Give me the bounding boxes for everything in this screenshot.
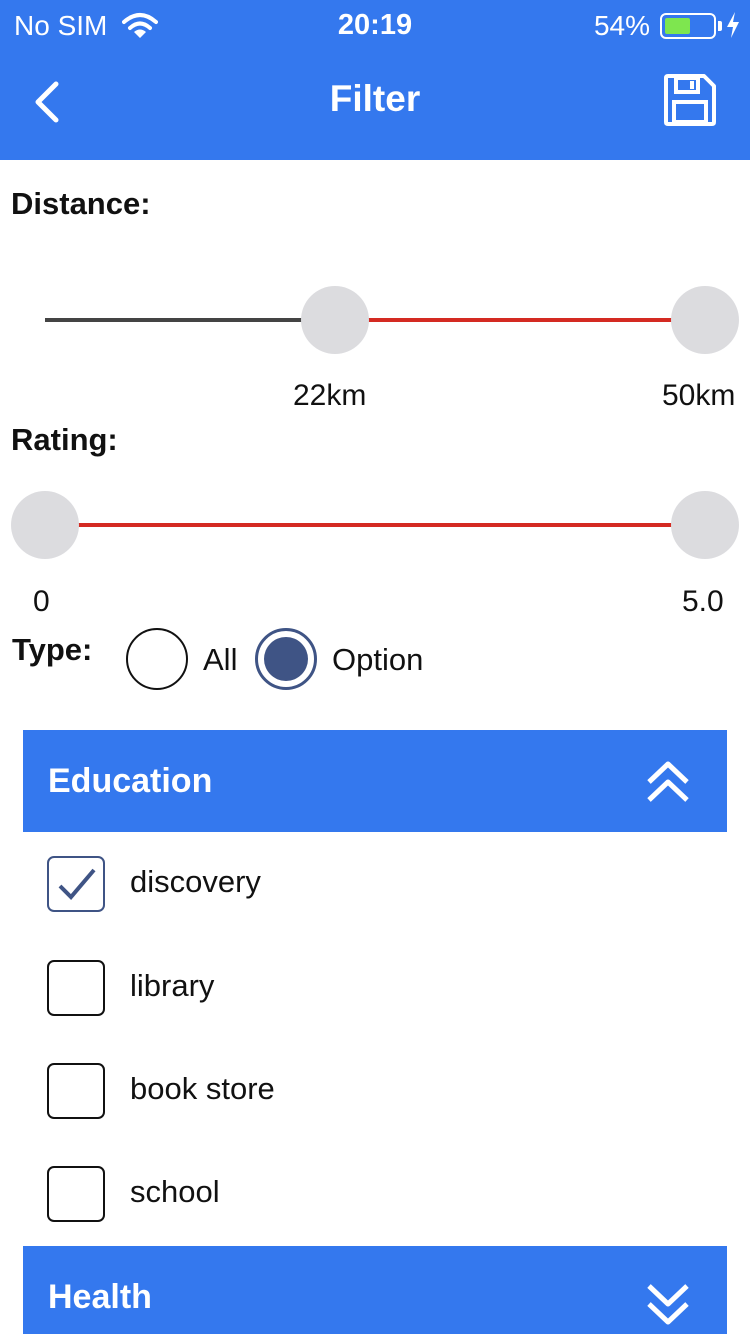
checkbox-label: discovery — [130, 864, 261, 899]
radio-all[interactable] — [126, 628, 188, 690]
rating-max-value: 5.0 — [682, 585, 724, 618]
distance-max-thumb[interactable] — [671, 286, 739, 354]
radio-option-label[interactable]: Option — [332, 642, 423, 678]
checkbox-discovery[interactable] — [47, 856, 105, 912]
checkbox-library[interactable] — [47, 960, 105, 1016]
distance-slider[interactable] — [0, 280, 750, 360]
distance-min-thumb[interactable] — [301, 286, 369, 354]
list-item[interactable]: library — [0, 944, 750, 1034]
checkbox-label: school — [130, 1174, 220, 1209]
list-item[interactable]: discovery — [0, 840, 750, 930]
battery-level — [665, 18, 690, 34]
rating-max-thumb[interactable] — [671, 491, 739, 559]
rating-min-value: 0 — [33, 585, 50, 618]
rating-range — [45, 523, 705, 527]
page-title: Filter — [329, 78, 421, 119]
checkbox-school[interactable] — [47, 1166, 105, 1222]
list-item[interactable]: book store — [0, 1047, 750, 1137]
floppy-disk-icon[interactable] — [662, 72, 718, 128]
distance-min-value: 22km — [293, 379, 367, 412]
nav-bar: Filter — [0, 52, 750, 160]
rating-label: Rating: — [11, 422, 118, 457]
group-header-education[interactable]: Education — [23, 730, 727, 832]
checkbox-book-store[interactable] — [47, 1063, 105, 1119]
distance-range — [335, 318, 705, 322]
chevron-double-down-icon[interactable] — [645, 1280, 691, 1326]
rating-min-thumb[interactable] — [11, 491, 79, 559]
group-title: Education — [48, 762, 213, 800]
distance-max-value: 50km — [662, 379, 736, 412]
radio-option-dot — [264, 637, 308, 681]
distance-track — [45, 318, 305, 322]
checkbox-label: library — [130, 968, 215, 1003]
battery-tip — [718, 21, 722, 31]
rating-slider[interactable] — [0, 485, 750, 565]
radio-all-label[interactable]: All — [203, 642, 237, 678]
group-title: Health — [48, 1278, 152, 1316]
type-radio-group: Type: All Option — [0, 624, 750, 704]
status-bar: No SIM 20:19 54% — [0, 0, 750, 52]
distance-label: Distance: — [11, 186, 151, 221]
battery-icon — [660, 13, 716, 39]
charging-icon — [726, 12, 740, 43]
chevron-double-up-icon[interactable] — [645, 760, 691, 806]
list-item[interactable]: school — [0, 1150, 750, 1240]
radio-option[interactable] — [255, 628, 317, 690]
battery-percent: 54% — [593, 10, 650, 41]
checkbox-label: book store — [130, 1071, 275, 1106]
group-header-health[interactable]: Health — [23, 1246, 727, 1334]
type-label: Type: — [12, 632, 93, 667]
